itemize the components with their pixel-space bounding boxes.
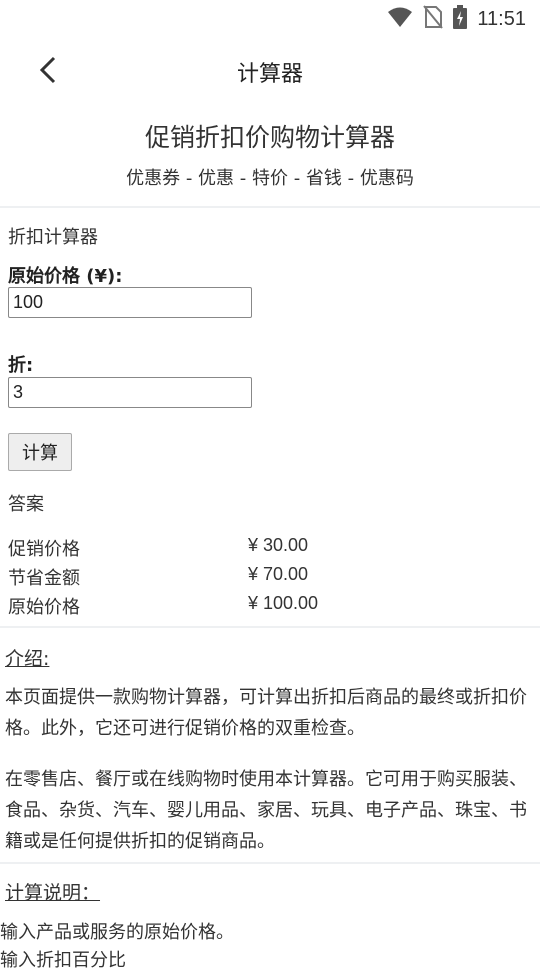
page-title: 促销折扣价购物计算器 [144,123,395,152]
status-bar: 11:51 [0,0,540,36]
result-row-savings: 节省金额 ¥ 70.00 [8,564,528,592]
intro-paragraph: 本页面提供一款购物计算器，可计算出折扣后商品的最终或折扣价格。此外，它还可进行促… [5,687,527,739]
result-label: 促销价格 [8,539,80,560]
result-label: 原始价格 [8,597,80,618]
calculator-heading: 折扣计算器 [8,227,98,248]
wifi-icon [387,6,413,32]
price-input[interactable]: 100 [8,287,252,318]
result-row-sale-price: 促销价格 ¥ 30.00 [8,535,528,563]
discount-label: 折: [8,355,34,376]
answer-heading: 答案 [8,494,44,515]
no-sim-icon [423,5,444,33]
app-bar-title: 计算器 [236,62,303,87]
price-label: 原始价格 (¥): [8,266,123,287]
divider [0,206,540,208]
clock: 11:51 [477,7,526,30]
page-subtitle: 优惠券 - 优惠 - 特价 - 省钱 - 优惠码 [126,168,414,189]
result-value: ¥ 30.00 [248,535,309,555]
app-bar: 计算器 [0,36,540,106]
divider [0,862,540,864]
instruction-line: 输入折扣百分比 [0,950,126,971]
intro-heading: 介绍: [5,648,50,670]
calculate-button[interactable]: 计算 [8,433,72,471]
divider [0,626,540,628]
result-label: 节省金额 [8,568,80,589]
result-row-original-price: 原始价格 ¥ 100.00 [8,593,528,621]
discount-input[interactable]: 3 [8,377,252,408]
intro-paragraph: 在零售店、餐厅或在线购物时使用本计算器。它可用于购买服装、食品、杂货、汽车、婴儿… [5,769,527,852]
instruction-line: 输入产品或服务的原始价格。 [0,922,234,943]
result-value: ¥ 70.00 [248,564,309,584]
result-value: ¥ 100.00 [248,593,319,613]
battery-charging-icon [453,5,468,33]
instructions-heading: 计算说明： [5,882,101,904]
